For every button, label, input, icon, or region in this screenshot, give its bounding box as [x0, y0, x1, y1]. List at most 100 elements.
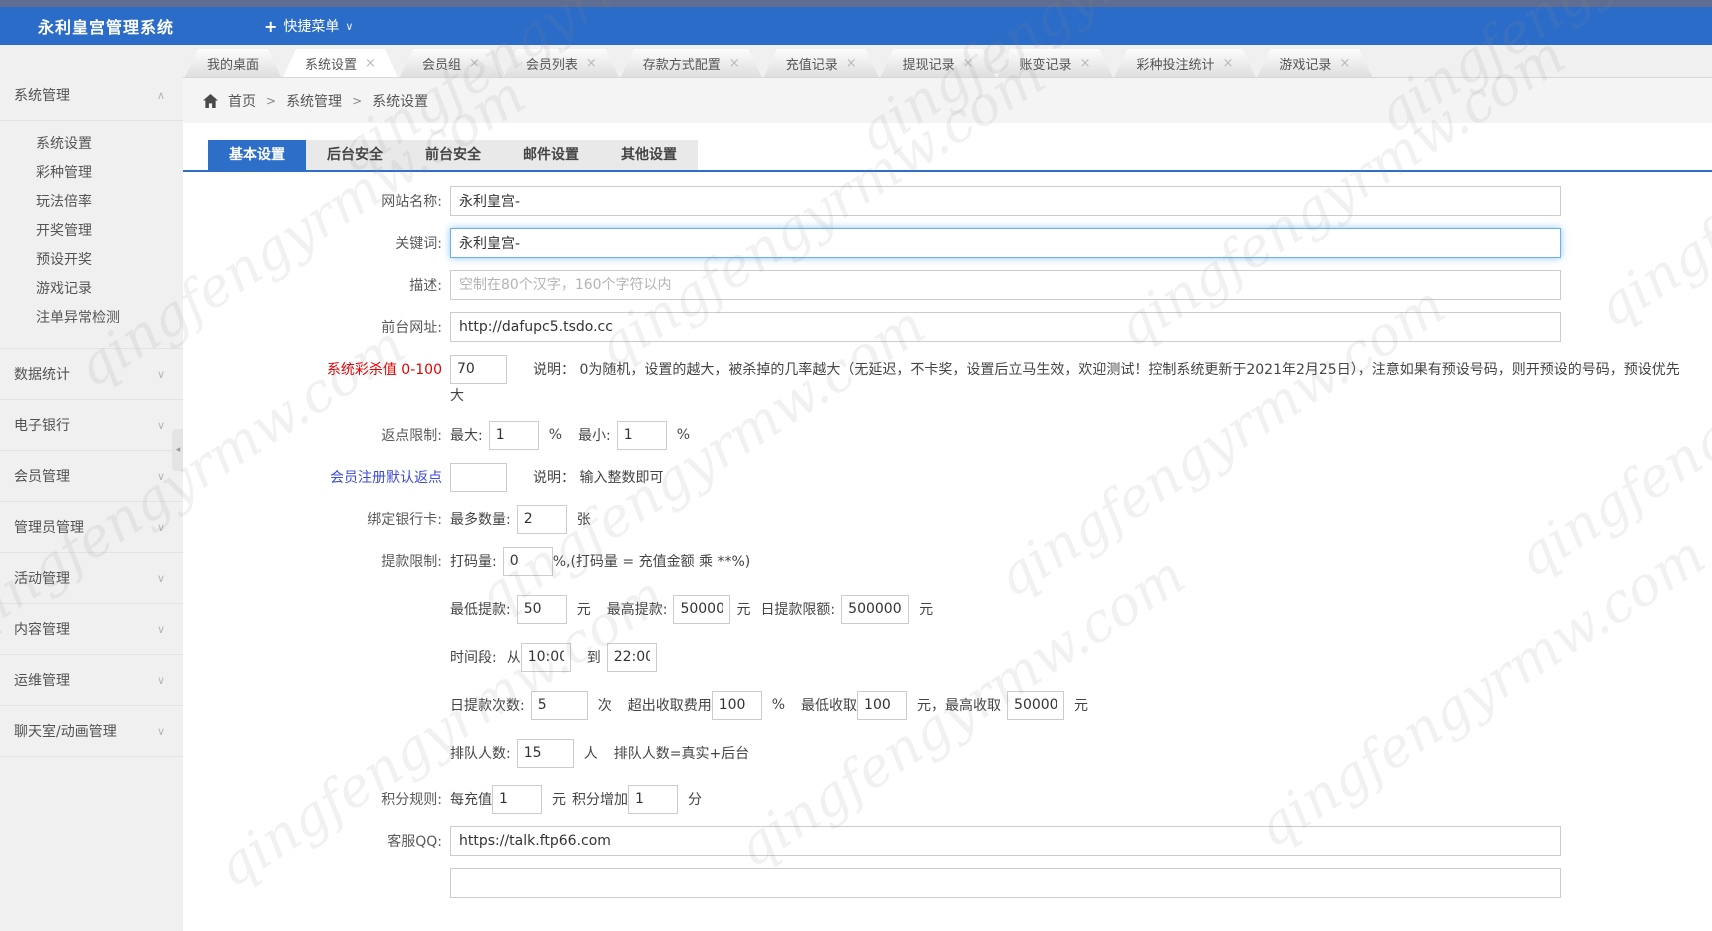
close-icon[interactable]: ×: [846, 56, 857, 71]
close-icon[interactable]: ×: [1222, 56, 1233, 71]
default-rebate-note: 说明： 输入整数即可: [533, 470, 664, 486]
tab-game-records[interactable]: 游戏记录 ×: [1257, 49, 1372, 77]
description-input[interactable]: [450, 270, 1561, 300]
close-icon[interactable]: ×: [729, 56, 740, 71]
app-header: 永利皇宫管理系统 + 快捷菜单 ∨: [0, 7, 1712, 45]
min-charge-label: 最低收取: [801, 698, 858, 714]
bank-card-qty-input[interactable]: [516, 504, 567, 534]
close-icon[interactable]: ×: [365, 56, 376, 71]
collapse-left-icon: ◂: [175, 445, 181, 455]
default-rebate-input[interactable]: [450, 462, 507, 492]
close-icon[interactable]: ×: [1339, 56, 1350, 71]
time-range-label: 时间段:: [450, 650, 497, 666]
tab-member-groups[interactable]: 会员组 ×: [400, 49, 502, 77]
sidebar-item-lottery-manage[interactable]: 彩种管理: [0, 159, 183, 188]
sidebar-group-data-stats[interactable]: 数据统计 ∨: [0, 354, 183, 394]
chevron-down-icon: ∨: [156, 622, 165, 636]
sidebar-group-content[interactable]: 内容管理 ∨: [0, 609, 183, 649]
site-url-input[interactable]: [450, 312, 1561, 342]
tab-member-list[interactable]: 会员列表 ×: [504, 49, 619, 77]
subtab-bar: 基本设置 后台安全 前台安全 邮件设置 其他设置: [208, 140, 1712, 170]
points-unit: 分: [688, 792, 702, 808]
sidebar-group-label: 运维管理: [14, 673, 70, 689]
sidebar-group-ops[interactable]: 运维管理 ∨: [0, 660, 183, 700]
sidebar-group-chatroom[interactable]: 聊天室/动画管理 ∨: [0, 711, 183, 751]
sidebar-item-play-odds[interactable]: 玩法倍率: [0, 188, 183, 217]
sidebar-group-label: 内容管理: [14, 622, 70, 638]
points-rule-label: 积分规则:: [381, 792, 442, 808]
percent-sign: %: [676, 427, 691, 443]
time-from-input[interactable]: [520, 642, 571, 672]
queue-note: 排队人数=真实+后台: [613, 746, 750, 762]
sidebar-item-preset-draw[interactable]: 预设开奖: [0, 246, 183, 275]
service-qq-input[interactable]: [450, 826, 1561, 856]
chevron-down-icon: ∨: [156, 673, 165, 687]
sidebar-item-system-settings[interactable]: 系统设置: [0, 130, 183, 159]
keywords-input[interactable]: [450, 228, 1561, 258]
keywords-label: 关键词:: [395, 236, 442, 252]
sidebar-item-draw-manage[interactable]: 开奖管理: [0, 217, 183, 246]
breadcrumb-system-settings[interactable]: 系统设置: [372, 91, 428, 111]
sidebar-group-members[interactable]: 会员管理 ∨: [0, 456, 183, 496]
close-icon[interactable]: ×: [1080, 56, 1091, 71]
home-icon[interactable]: [203, 94, 218, 108]
rebate-min-input[interactable]: [616, 420, 667, 450]
queue-input[interactable]: [516, 738, 574, 768]
sidebar-group-ebank[interactable]: 电子银行 ∨: [0, 405, 183, 445]
tab-label: 会员组: [421, 57, 461, 73]
daily-limit-input[interactable]: [841, 594, 910, 624]
dama-input[interactable]: [502, 546, 553, 576]
site-name-input[interactable]: [450, 186, 1561, 216]
min-withdraw-input[interactable]: [516, 594, 567, 624]
breadcrumb-separator: >: [352, 94, 363, 108]
close-icon[interactable]: ×: [963, 56, 974, 71]
bank-card-label: 绑定银行卡:: [367, 512, 442, 528]
sidebar-group-admins[interactable]: 管理员管理 ∨: [0, 507, 183, 547]
quick-menu-button[interactable]: + 快捷菜单 ∨: [264, 16, 353, 36]
time-to-input[interactable]: [606, 642, 657, 672]
tab-my-desktop[interactable]: 我的桌面: [185, 49, 281, 77]
sidebar-item-game-records[interactable]: 游戏记录: [0, 275, 183, 304]
time-to-label: 到: [586, 650, 601, 666]
tab-withdraw-records[interactable]: 提现记录 ×: [881, 49, 996, 77]
default-rebate-link[interactable]: 会员注册默认返点: [183, 467, 450, 487]
tab-system-settings[interactable]: 系统设置 ×: [283, 49, 398, 77]
sidebar-group-activities[interactable]: 活动管理 ∨: [0, 558, 183, 598]
sidebar-group-system[interactable]: 系统管理 ∧: [0, 75, 183, 115]
subtab-frontend-security[interactable]: 前台安全: [404, 140, 502, 170]
daily-times-input[interactable]: [530, 690, 588, 720]
divider: [0, 654, 183, 655]
partial-bottom-input[interactable]: [450, 868, 1561, 898]
site-url-label: 前台网址:: [381, 320, 442, 336]
tab-deposit-config[interactable]: 存款方式配置 ×: [621, 49, 762, 77]
rebate-max-input[interactable]: [488, 420, 539, 450]
rebate-limit-label: 返点限制:: [381, 428, 442, 444]
withdraw-limit-label: 提款限制:: [381, 554, 442, 570]
breadcrumb-system-manage[interactable]: 系统管理: [286, 91, 342, 111]
tab-recharge-records[interactable]: 充值记录 ×: [764, 49, 879, 77]
tab-account-changes[interactable]: 账变记录 ×: [998, 49, 1113, 77]
points-add-input[interactable]: [628, 784, 678, 814]
min-charge-input[interactable]: [857, 690, 908, 720]
tab-label: 游戏记录: [1279, 57, 1332, 73]
subtab-backend-security[interactable]: 后台安全: [306, 140, 404, 170]
sidebar-item-bet-anomaly[interactable]: 注单异常检测: [0, 304, 183, 333]
kill-value-note-wrap: 大: [450, 388, 464, 404]
yuan-unit: 元: [919, 602, 934, 618]
max-charge-input[interactable]: [1007, 690, 1065, 720]
subtab-mail[interactable]: 邮件设置: [502, 140, 600, 170]
max-withdraw-input[interactable]: [673, 594, 731, 624]
subtab-other[interactable]: 其他设置: [600, 140, 698, 170]
tab-label: 彩种投注统计: [1136, 57, 1215, 73]
close-icon[interactable]: ×: [469, 56, 480, 71]
tab-bet-stats[interactable]: 彩种投注统计 ×: [1114, 49, 1255, 77]
over-fee-input[interactable]: [711, 690, 762, 720]
sidebar-group-label: 活动管理: [14, 571, 70, 587]
close-icon[interactable]: ×: [586, 56, 597, 71]
breadcrumb-home[interactable]: 首页: [228, 91, 256, 111]
kill-value-input[interactable]: [450, 354, 507, 384]
points-per-input[interactable]: [492, 784, 542, 814]
daily-times-label: 日提款次数:: [450, 698, 525, 714]
dama-note: %,(打码量 = 充值金额 乘 **%): [552, 554, 751, 570]
subtab-basic[interactable]: 基本设置: [208, 140, 306, 170]
